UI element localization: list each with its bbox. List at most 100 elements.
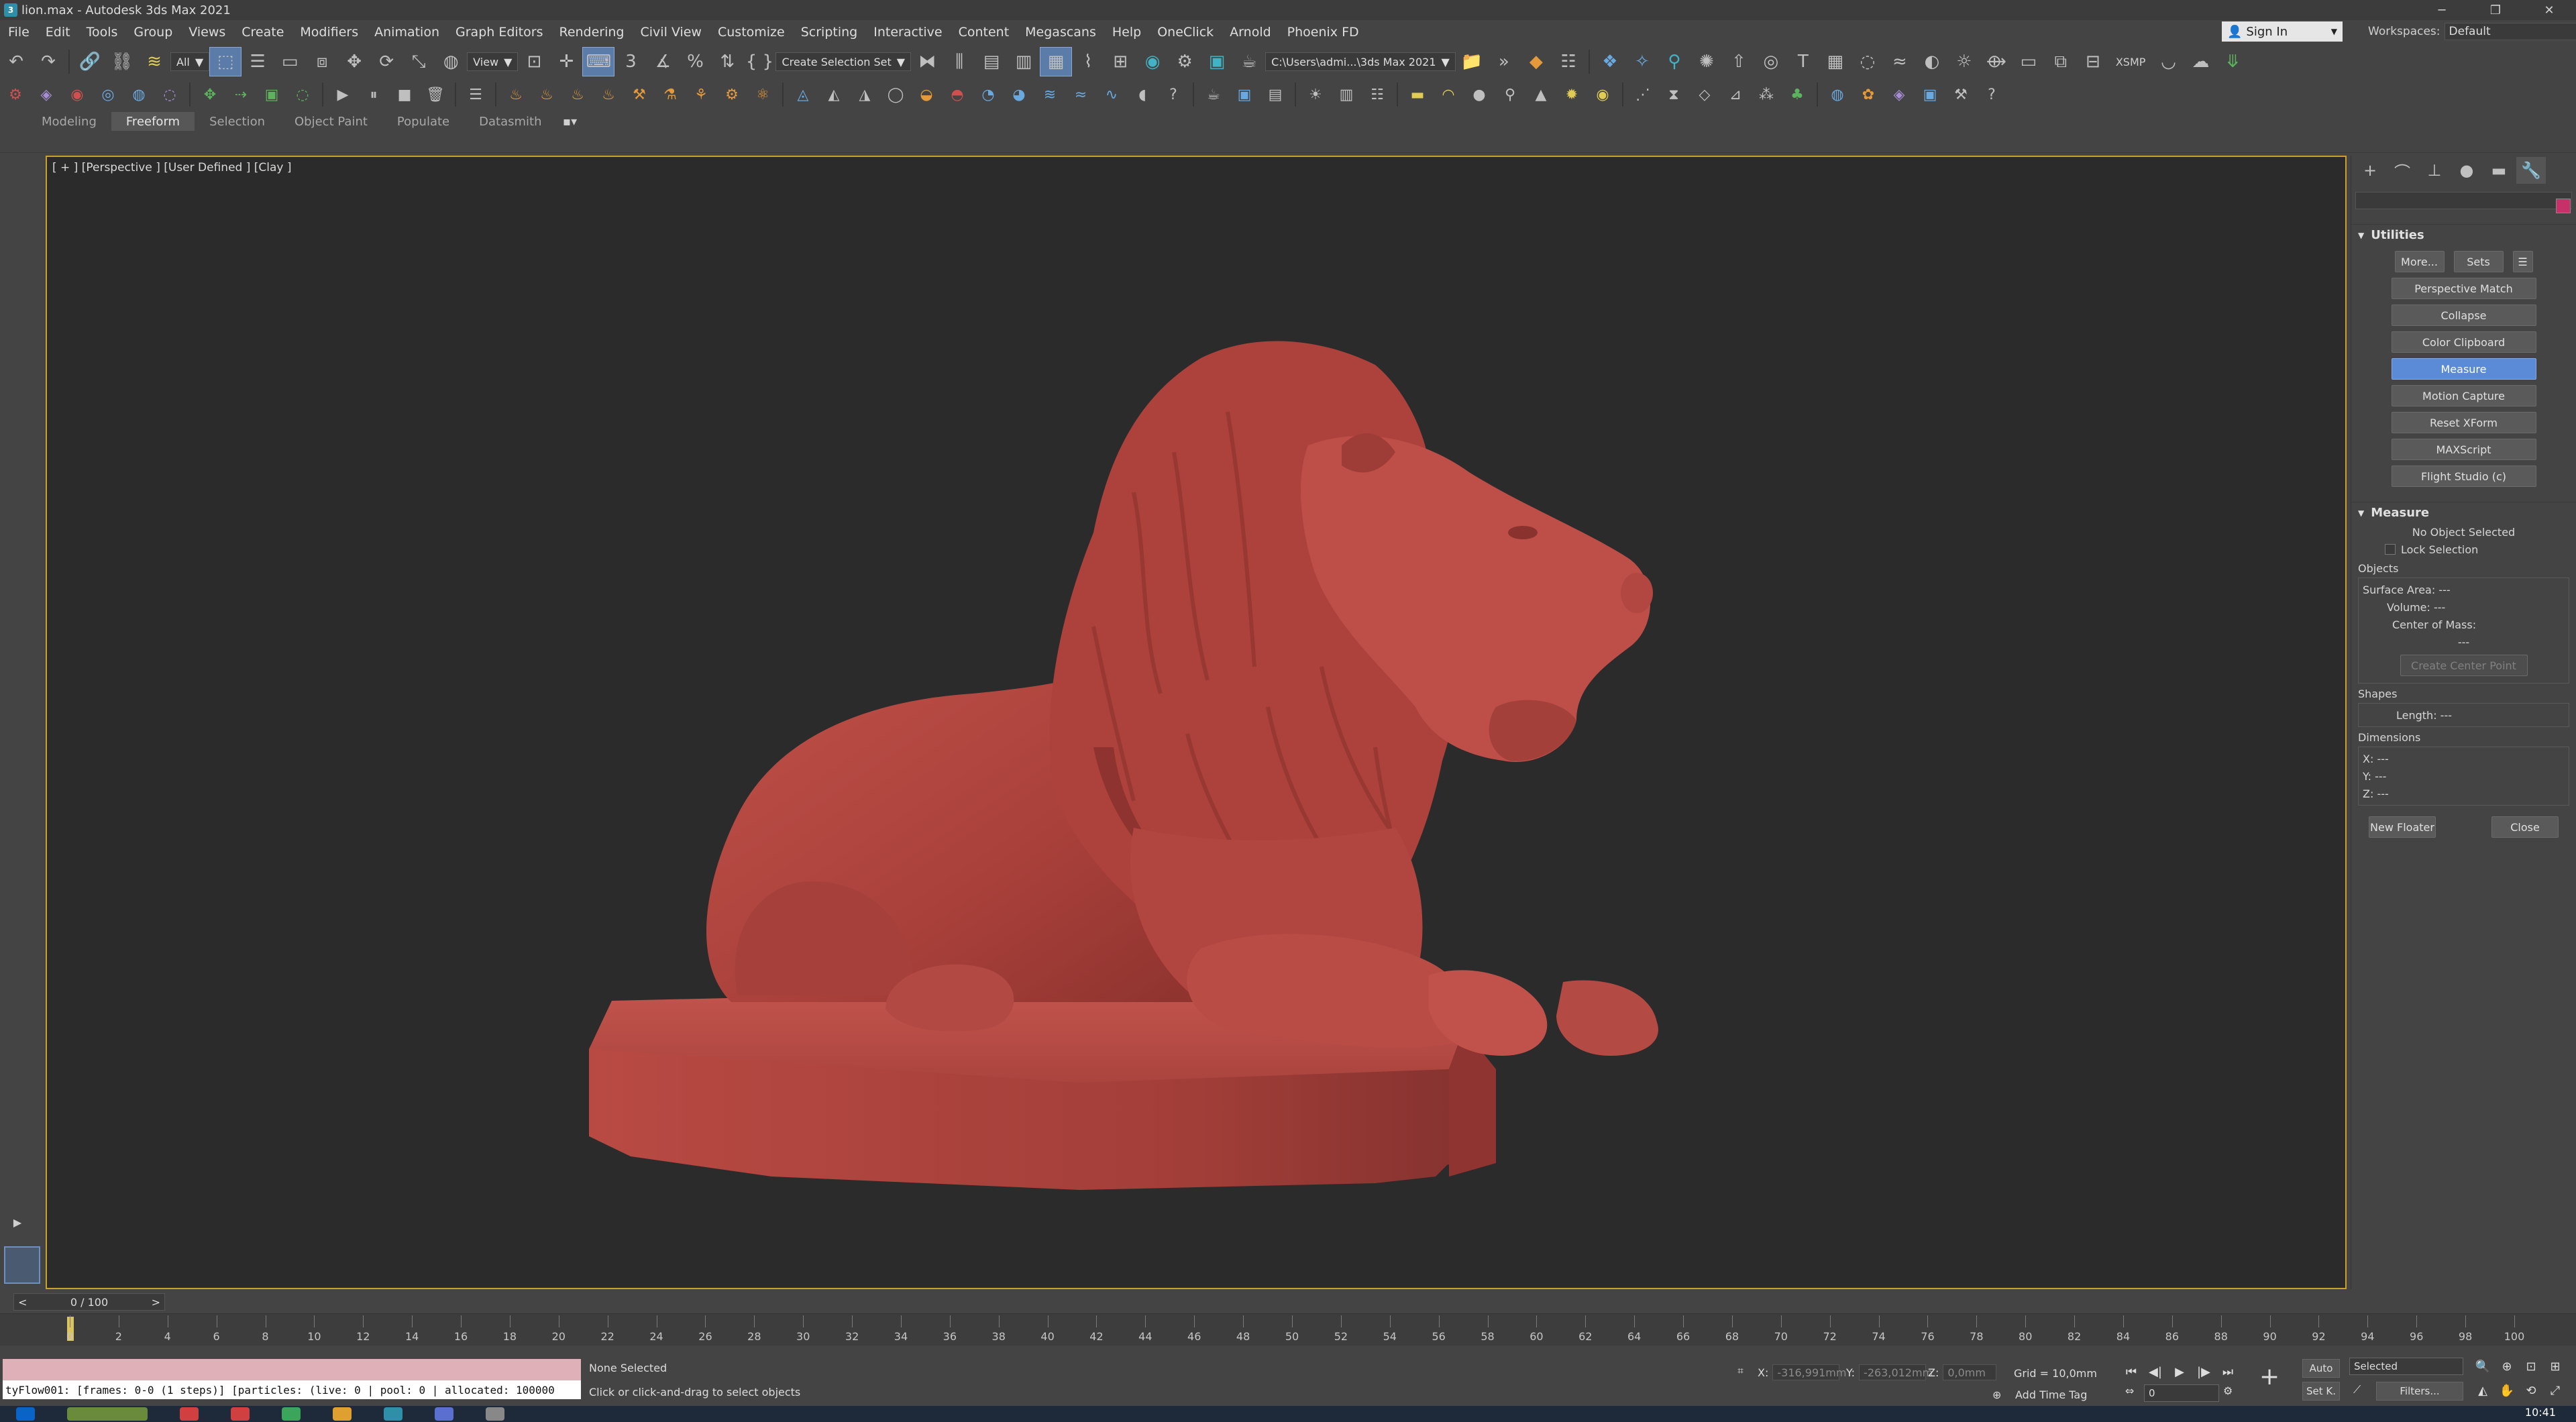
zoom-extents-all-icon[interactable]: ⊞	[2545, 1356, 2565, 1376]
arnold-atmosphere-icon[interactable]: ◌	[1851, 47, 1884, 76]
tab-selection[interactable]: Selection	[195, 112, 280, 131]
menu-megascans[interactable]: Megascans	[1017, 20, 1104, 44]
expand-layout-icon[interactable]: ▶	[9, 1214, 25, 1230]
perspective-viewport[interactable]: [ + ] [Perspective ] [User Defined ] [Cl…	[46, 156, 2347, 1289]
phoenix-water-icon-9[interactable]: ≋	[1034, 80, 1065, 109]
phoenix-tool-icon-3[interactable]: ⚘	[686, 80, 716, 109]
menu-rendering[interactable]: Rendering	[551, 20, 632, 44]
arnold-bulb-icon[interactable]: ☼	[1948, 47, 1980, 76]
spinner-snap-icon[interactable]: ⇅	[711, 47, 743, 76]
list-icon[interactable]: ☰	[460, 80, 491, 109]
tab-object-paint[interactable]: Object Paint	[280, 112, 382, 131]
xsmp-icon-2[interactable]: ☁	[2184, 47, 2216, 76]
display-tab-icon[interactable]: ▬	[2484, 157, 2514, 184]
lock-selection-checkbox[interactable]	[2385, 544, 2396, 555]
key-filters-icon[interactable]: ⚙	[2223, 1384, 2233, 1397]
maxscript-input[interactable]	[3, 1359, 581, 1380]
prev-frame-icon[interactable]: <	[18, 1296, 27, 1309]
vray-ies-light-icon[interactable]: ⚲	[1495, 80, 1525, 109]
create-tab-icon[interactable]: +	[2355, 157, 2385, 184]
arnold-icon-2[interactable]: ✧	[1626, 47, 1658, 76]
phoenix-water-icon-10[interactable]: ≈	[1065, 80, 1096, 109]
notes-icon[interactable]: ☷	[1552, 47, 1585, 76]
restore-button[interactable]: ❐	[2469, 0, 2522, 20]
vray-dome-light-icon[interactable]: ◠	[1433, 80, 1464, 109]
rectangular-selection-icon[interactable]: ▭	[274, 47, 306, 76]
app-icon-red[interactable]	[180, 1407, 199, 1421]
go-to-start-icon[interactable]: ⏮	[2121, 1362, 2141, 1382]
help-icon[interactable]: ?	[1158, 80, 1189, 109]
play-animation-icon[interactable]: ▶	[2169, 1362, 2190, 1382]
vray-scatter-icon[interactable]: ⁂	[1751, 80, 1782, 109]
stop-icon[interactable]: ■	[389, 80, 420, 109]
viewport-layout-thumbnail[interactable]	[4, 1246, 40, 1284]
phoenix-water-icon-3[interactable]: ◮	[849, 80, 880, 109]
phoenix-water-icon-7[interactable]: ◔	[973, 80, 1004, 109]
arnold-grid-icon[interactable]: ▦	[1819, 47, 1851, 76]
layer-explorer-icon[interactable]: ▥	[1008, 47, 1040, 76]
menu-scripting[interactable]: Scripting	[793, 20, 866, 44]
snaps-toggle-icon[interactable]: 3	[614, 47, 647, 76]
more-button[interactable]: More...	[2394, 251, 2445, 272]
project-folder-icon[interactable]: 📁	[1456, 47, 1488, 76]
undo-icon[interactable]: ↶	[0, 47, 32, 76]
desktop-thumbnail[interactable]	[67, 1407, 148, 1421]
vray-material-icon[interactable]: ◍	[1822, 80, 1853, 109]
vray-icon-3[interactable]: ▤	[1260, 80, 1291, 109]
close-button[interactable]: Close	[2491, 816, 2559, 838]
phoenix-tool-icon-5[interactable]: ⚛	[747, 80, 778, 109]
modify-tab-icon[interactable]: ⌒	[2387, 157, 2417, 184]
app-icon-orange[interactable]	[333, 1407, 352, 1421]
start-icon[interactable]	[16, 1407, 35, 1421]
vray-tools-icon[interactable]: ⚒	[1945, 80, 1976, 109]
sets-button[interactable]: Sets	[2453, 251, 2504, 272]
link-icon[interactable]: 🔗	[74, 47, 106, 76]
phoenix-water-icon-4[interactable]: ◯	[880, 80, 911, 109]
isolate-icon[interactable]: ⌗	[1737, 1364, 1743, 1378]
app-icon-3dsmax[interactable]	[384, 1407, 402, 1421]
vray-plant-icon[interactable]: ♣	[1782, 80, 1813, 109]
vray-vision-icon[interactable]: ◈	[1884, 80, 1915, 109]
reference-coordinate-dropdown[interactable]: View ▼	[467, 52, 519, 71]
app-icon-grey[interactable]	[486, 1407, 504, 1421]
menu-tools[interactable]: Tools	[78, 20, 126, 44]
zoom-icon[interactable]: 🔍	[2473, 1356, 2493, 1376]
maxscript-listener-mini[interactable]: tyFlow001: [frames: 0-0 (1 steps)] [part…	[3, 1359, 581, 1399]
arnold-light-icon[interactable]: ⚲	[1658, 47, 1690, 76]
vray-icon-2[interactable]: ▣	[1229, 80, 1260, 109]
arnold-sun-icon[interactable]: ✺	[1690, 47, 1723, 76]
phoenix-fire-icon-3[interactable]: ♨	[562, 80, 593, 109]
maximize-viewport-icon[interactable]: ⤢	[2545, 1380, 2565, 1401]
close-window-button[interactable]: ✕	[2522, 0, 2576, 20]
phoenix-water-icon-8[interactable]: ◕	[1004, 80, 1034, 109]
vray-light-icon-1[interactable]: ☀	[1300, 80, 1331, 109]
arnold-photo-icon[interactable]: ◐	[1916, 47, 1948, 76]
vray-ambient-icon[interactable]: ◉	[1587, 80, 1618, 109]
track-bar[interactable]: 0 2 4 6 8 10 12 14 16 18 20 22 24 26 28 30 32 34 36 38 40 42 4…	[0, 1313, 2576, 1346]
scene-explorer-icon[interactable]: ▤	[975, 47, 1008, 76]
menu-help[interactable]: Help	[1104, 20, 1149, 44]
motion-tab-icon[interactable]: ●	[2452, 157, 2481, 184]
phoenix-water-icon-6[interactable]: ◓	[942, 80, 973, 109]
vray-decal-icon[interactable]: ◇	[1689, 80, 1720, 109]
app-icon-blue[interactable]	[435, 1407, 453, 1421]
scale-icon[interactable]: ⤡	[402, 47, 435, 76]
transform-icon-1[interactable]: ✥	[195, 80, 225, 109]
mirror-icon[interactable]: ⧓	[911, 47, 943, 76]
add-time-tag[interactable]: Add Time Tag	[2015, 1388, 2087, 1401]
vray-help-icon[interactable]: ?	[1976, 80, 2007, 109]
coord-z-field[interactable]: 0,0mm	[1943, 1364, 1997, 1380]
rendered-frame-window-icon[interactable]: ▣	[1201, 47, 1233, 76]
phoenix-water-icon-5[interactable]: ◒	[911, 80, 942, 109]
app-icon-red-2[interactable]	[231, 1407, 250, 1421]
transform-icon-4[interactable]: ◌	[287, 80, 318, 109]
pivot-center-icon[interactable]: ⊡	[518, 47, 550, 76]
object-icon-1[interactable]: ⚙	[0, 80, 31, 109]
menu-customize[interactable]: Customize	[710, 20, 793, 44]
phoenix-fire-icon[interactable]: ♨	[500, 80, 531, 109]
object-color-swatch[interactable]	[2556, 199, 2571, 213]
time-config-icon[interactable]: ⇔	[2125, 1384, 2134, 1397]
pause-icon[interactable]: ⏸	[358, 80, 389, 109]
material-editor-icon[interactable]: ◉	[1136, 47, 1169, 76]
auto-key-button[interactable]: Auto	[2302, 1359, 2340, 1378]
